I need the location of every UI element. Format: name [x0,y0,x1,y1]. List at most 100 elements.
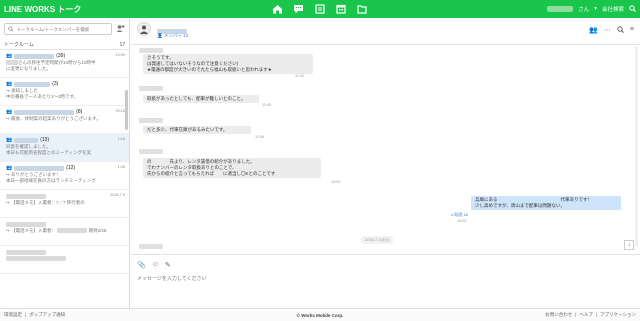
room-unread-count: (8) [76,109,83,115]
room-search-box[interactable] [4,23,112,35]
member-label: メンバー [163,33,182,38]
room-item[interactable]: 2018.7.9 ↪ 【電話メモ】入電者：7／7 移行者の [0,190,129,218]
message-input[interactable] [137,275,617,295]
invite-icon[interactable]: 👥 [589,26,598,35]
company-search-link[interactable]: 会社検索 [602,5,624,13]
group-icon: 👥 [6,81,13,87]
group-icon: 👥 [6,165,13,171]
message-input-area: 📎 ☺ ✎ [131,254,640,308]
more-icon[interactable]: ⋯ [604,26,611,35]
user-suffix[interactable]: さん [578,5,589,13]
search-icon[interactable] [629,4,636,14]
message-bubble[interactable]: 取扱があったとしても、配車が難しいとのこと。 [143,95,259,103]
menu-icon[interactable]: ≡ [630,26,634,35]
room-item-active[interactable]: 👥 (13) 1:15 同意を確認しました。 本日も可能両名程度とのミーティングを… [0,134,129,162]
member-count: 13 [183,33,189,38]
drive-icon[interactable] [355,2,368,15]
sidebar: トークルーム 17 👥 (39) 10:00 さんの移住予定時間が10時から10時… [0,18,130,308]
preview-redacted [6,256,66,262]
member-icon: 👤 [157,33,163,38]
room-time: 1:15 [117,137,125,141]
room-search-input[interactable] [16,26,108,32]
board-icon[interactable] [313,2,326,15]
message-line: 取扱があったとしても、配車が難しいとのこと。 [147,96,246,101]
room-name-redacted [6,221,46,227]
message-bubble[interactable]: の 氏より、レンタ賃借の紹介がありました。 でわナンバーのレンタ取扱ありとのこと… [143,158,321,178]
member-info[interactable]: 👤 メンバー 13 [157,33,188,39]
input-tools: 📎 ☺ ✎ [137,261,171,269]
top-bar: LINE WORKS トーク さん ▾ 会社検索 [0,0,640,18]
message-bubble[interactable]: さそうです。 は発送してはいないそうなので注意ください) ★電通の都度が大きいの… [143,54,313,74]
new-room-icon[interactable] [116,20,125,38]
reply-icon: ↪ [6,172,10,177]
sender-name-redacted [139,149,163,154]
reply-icon: ↪ [6,228,10,233]
message-line: 氏からの紹介と言ってもらえれば に適当し〇Kとのことです [147,171,276,176]
room-name-redacted [14,137,39,143]
help-link[interactable]: ヘルプ [579,312,593,318]
room-avatar[interactable] [137,22,151,36]
sender-name-redacted [139,86,163,91]
room-unread-count: (13) [40,137,50,143]
chat-search-icon[interactable] [617,26,624,35]
room-unread-count: (12) [66,165,76,171]
room-item[interactable]: 👥 (12) 1:26 ↪ ありがとうございます！ 本日一部地域在員の方はランチミ… [0,162,129,190]
read-receipt[interactable]: 4 既読 16 [451,212,468,218]
app-title: LINE WORKS トーク [4,4,82,14]
room-preview-2: 中の番長で一人あたり2～3時です。 [6,94,79,99]
room-preview: 【電話メモ】入電者： [11,228,57,233]
stamp-icon[interactable]: ✎ [165,261,171,269]
room-preview: 【電話メモ】入電者：7／7 移行者の [11,200,85,205]
group-icon: 👥 [6,137,13,143]
app-window: LINE WORKS トーク さん ▾ 会社検索 トークルーム/トークメンバーを… [0,0,640,321]
message-line: ★電通の都度が大きいので九たら福山も取扱いと思われます★ [147,67,272,72]
room-name-redacted [6,249,46,255]
chat-header: 👤 メンバー 13 👥 ⋯ ≡ [131,18,640,45]
room-unread-count: (3) [52,81,59,87]
message-bubble[interactable]: だと多少、代車在庫があるみたいです。 [143,126,251,134]
reply-icon: ↪ [6,88,10,93]
reply-icon: ↪ [6,116,10,121]
arrow-down-icon: ↓ [627,242,631,248]
room-name-redacted [14,53,55,59]
room-item[interactable]: 👥 (8) 09:16 ↪ 最後、体制案の起案ありがとうございます。 [0,106,129,134]
room-preview-extra: 期待2/26 [88,228,107,233]
room-name-redacted [14,109,75,115]
chevron-down-icon[interactable]: ▾ [594,6,597,12]
room-name-redacted [14,81,51,87]
rooms-count: 17 [119,41,125,48]
apps-link[interactable]: アプリケーション [600,312,636,318]
rooms-label: トークルーム [4,42,34,48]
talk-icon[interactable] [292,2,305,15]
attach-icon[interactable]: 📎 [137,261,146,269]
chat-scrollbar[interactable] [635,46,638,246]
room-preview-2: に変更になりました。 [6,66,51,71]
message-list: さそうです。 は発送してはいないそうなので注意ください) ★電通の都度が大きいの… [131,46,640,254]
room-time: 1:26 [117,165,125,169]
calendar-icon[interactable] [334,2,347,15]
sidebar-search-row [0,18,129,40]
room-preview: ありがとうございます！ [11,172,61,177]
search-icon [8,26,14,32]
sender-name-redacted [139,244,163,249]
room-time: 2018.7.9 [110,193,125,197]
room-time: 09:16 [115,109,125,113]
sender-name-redacted [139,48,163,53]
room-item[interactable]: ↪ 【電話メモ】入電者： 期待2/26 [0,218,129,246]
my-message-bubble[interactable]: 兵庫にある 代車ありです！ 少し高めですが、周山まで配車は問題ない。 [471,196,621,210]
message-time: 16:02 [457,219,467,223]
top-nav [271,2,368,15]
home-icon[interactable] [271,2,284,15]
room-item[interactable] [0,246,129,274]
message-line: 少し高めですが、周山まで配車は問題ない。 [475,203,565,208]
emoji-icon[interactable]: ☺ [152,261,159,269]
scroll-down-button[interactable]: ↓ [624,240,634,250]
room-item[interactable]: 👥 (3) ↪ 承知しました 中の番長で一人あたり2～3時です。 [0,78,129,106]
user-name-redacted [547,6,574,12]
sender-name-redacted [139,118,163,123]
room-item[interactable]: 👥 (39) 10:00 さんの移住予定時間が10時から10時半 に変更になりまし… [0,50,129,78]
sidebar-scrollbar[interactable] [125,90,128,130]
contact-link[interactable]: お問い合わせ [545,312,572,318]
group-icon: 👥 [6,109,13,115]
preview-redacted [6,60,18,66]
